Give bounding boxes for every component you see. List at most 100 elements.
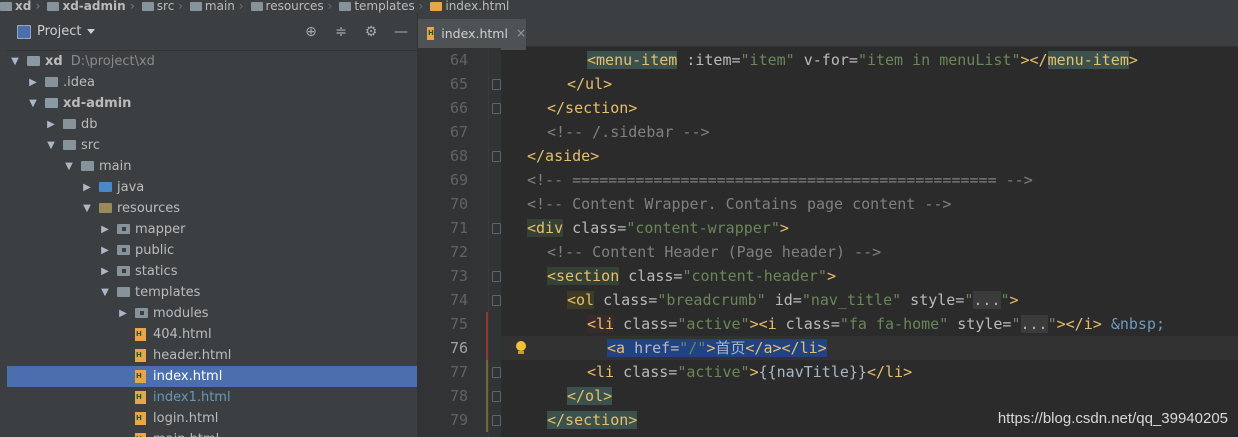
code-line[interactable]: <menu-item :item="item" v-for="item in m… (501, 48, 1238, 72)
chevron-down-icon[interactable]: ▼ (46, 135, 56, 156)
fold-marker-icon[interactable] (492, 271, 501, 282)
breadcrumb-item[interactable]: templates › (339, 0, 426, 12)
code-token: "fa fa-home" (839, 315, 949, 333)
chevron-right-icon[interactable]: ▶ (28, 72, 38, 93)
breadcrumb-item[interactable]: xd › (0, 0, 43, 12)
line-number: 67 (449, 123, 468, 141)
tree-item-name: main.html (153, 432, 219, 437)
breadcrumb-label: xd (15, 0, 32, 13)
tree-item[interactable]: ▶ public (7, 240, 417, 261)
fold-marker-icon[interactable] (492, 223, 501, 234)
tree-item[interactable]: ▼ xd D:\project\xd (7, 51, 417, 72)
chevron-right-icon[interactable]: ▶ (100, 240, 110, 261)
tree-item-label: xd D:\project\xd (45, 51, 155, 72)
code-line[interactable]: <!-- Content Header (Page header) --> (501, 240, 1238, 264)
chevron-down-icon[interactable]: ▼ (64, 156, 74, 177)
tree-item[interactable]: index1.html (7, 387, 417, 408)
chevron-right-icon[interactable]: ▶ (100, 261, 110, 282)
code-token: > (1128, 51, 1138, 69)
tree-item[interactable]: index.html (7, 366, 417, 387)
chevron-down-icon[interactable]: ▼ (100, 282, 110, 303)
code-text: <!-- ===================================… (527, 168, 1033, 192)
code-line[interactable]: <div class="content-wrapper"> (501, 216, 1238, 240)
line-number: 78 (449, 387, 468, 405)
code-token: > (779, 219, 789, 237)
code-text: <!-- Content Header (Page header) --> (547, 240, 881, 264)
project-panel-title[interactable]: Project (37, 24, 81, 39)
tree-item-name: modules (153, 306, 209, 321)
code-token: :item= (677, 51, 741, 69)
fold-marker-icon[interactable] (492, 151, 501, 162)
package-icon (135, 308, 148, 318)
code-line[interactable]: <!-- Content Wrapper. Contains page cont… (501, 192, 1238, 216)
tree-item[interactable]: 404.html (7, 324, 417, 345)
code-token: ></i> (1056, 315, 1102, 333)
code-line[interactable]: <li class="active">{{navTitle}}</li> (501, 360, 1238, 384)
code-line[interactable]: </ul> (501, 72, 1238, 96)
code-line[interactable]: <a href="/">首页</a></li> (501, 336, 1238, 360)
fold-marker-icon[interactable] (492, 415, 501, 426)
fold-marker-icon[interactable] (492, 391, 501, 402)
code-line[interactable]: <section class="content-header"> (501, 264, 1238, 288)
code-area[interactable]: <menu-item :item="item" v-for="item in m… (501, 48, 1238, 437)
tree-item[interactable]: ▶ mapper (7, 219, 417, 240)
tree-item[interactable]: ▼ src (7, 135, 417, 156)
tree-item[interactable]: main.html (7, 429, 417, 437)
fold-marker-icon[interactable] (492, 79, 501, 90)
tree-item-name: login.html (153, 411, 219, 426)
tree-item[interactable]: ▶ db (7, 114, 417, 135)
chevron-down-icon[interactable]: ▼ (28, 93, 38, 114)
chevron-down-icon[interactable]: ▼ (10, 51, 20, 72)
line-number: 76 (449, 339, 468, 357)
locate-icon[interactable]: ⊕ (303, 24, 319, 40)
code-token: </section> (547, 99, 638, 117)
line-number: 68 (449, 147, 468, 165)
line-number: 73 (449, 267, 468, 285)
code-line[interactable]: </section> (501, 96, 1238, 120)
tree-item[interactable]: ▶ statics (7, 261, 417, 282)
tree-item-name: index1.html (153, 390, 231, 405)
chevron-right-icon[interactable]: ▶ (82, 177, 92, 198)
tree-item[interactable]: ▼ resources (7, 198, 417, 219)
minimize-icon[interactable]: — (393, 24, 409, 40)
breadcrumb-item[interactable]: index.html (430, 0, 509, 12)
fold-marker-icon[interactable] (492, 295, 501, 306)
html-file-icon (430, 2, 443, 11)
close-icon[interactable]: × (516, 26, 526, 40)
code-line[interactable]: <ol class="breadcrumb" id="nav_title" st… (501, 288, 1238, 312)
package-icon (117, 224, 130, 234)
breadcrumb-item[interactable]: resources › (250, 0, 336, 12)
chevron-right-icon[interactable]: ▶ (46, 114, 56, 135)
code-token: class= (614, 315, 678, 333)
code-line[interactable]: </ol> (501, 384, 1238, 408)
gear-icon[interactable]: ⚙ (363, 24, 379, 40)
code-line[interactable]: </aside> (501, 144, 1238, 168)
chevron-right-icon[interactable]: ▶ (118, 303, 128, 324)
tree-item[interactable]: login.html (7, 408, 417, 429)
tree-item-name: main (99, 159, 132, 174)
breadcrumb-item[interactable]: xd-admin › (47, 0, 137, 12)
tree-item[interactable]: ▶ .idea (7, 72, 417, 93)
breadcrumb-item[interactable]: main › (189, 0, 247, 12)
tree-item[interactable]: header.html (7, 345, 417, 366)
code-line[interactable]: <!-- /.sidebar --> (501, 120, 1238, 144)
chevron-right-icon[interactable]: ▶ (100, 219, 110, 240)
tree-item[interactable]: ▼ templates (7, 282, 417, 303)
code-line[interactable]: <!-- ===================================… (501, 168, 1238, 192)
line-number: 70 (449, 195, 468, 213)
code-line[interactable]: <li class="active"><i class="fa fa-home"… (501, 312, 1238, 336)
tree-item[interactable]: ▶ modules (7, 303, 417, 324)
tab-index-html[interactable]: index.html × (418, 19, 526, 50)
tree-item[interactable]: ▶ java (7, 177, 417, 198)
chevron-down-icon[interactable]: ▼ (82, 198, 92, 219)
code-token: 首页 (715, 339, 746, 357)
intention-bulb-icon[interactable] (515, 341, 527, 355)
code-token: "content-header" (682, 267, 827, 285)
breadcrumb-item[interactable]: src › (141, 0, 186, 12)
fold-marker-icon[interactable] (492, 103, 501, 114)
chevron-down-icon[interactable] (87, 29, 96, 34)
collapse-all-icon[interactable]: ≑ (333, 24, 349, 40)
tree-item[interactable]: ▼ main (7, 156, 417, 177)
fold-marker-icon[interactable] (492, 367, 501, 378)
tree-item[interactable]: ▼ xd-admin (7, 93, 417, 114)
